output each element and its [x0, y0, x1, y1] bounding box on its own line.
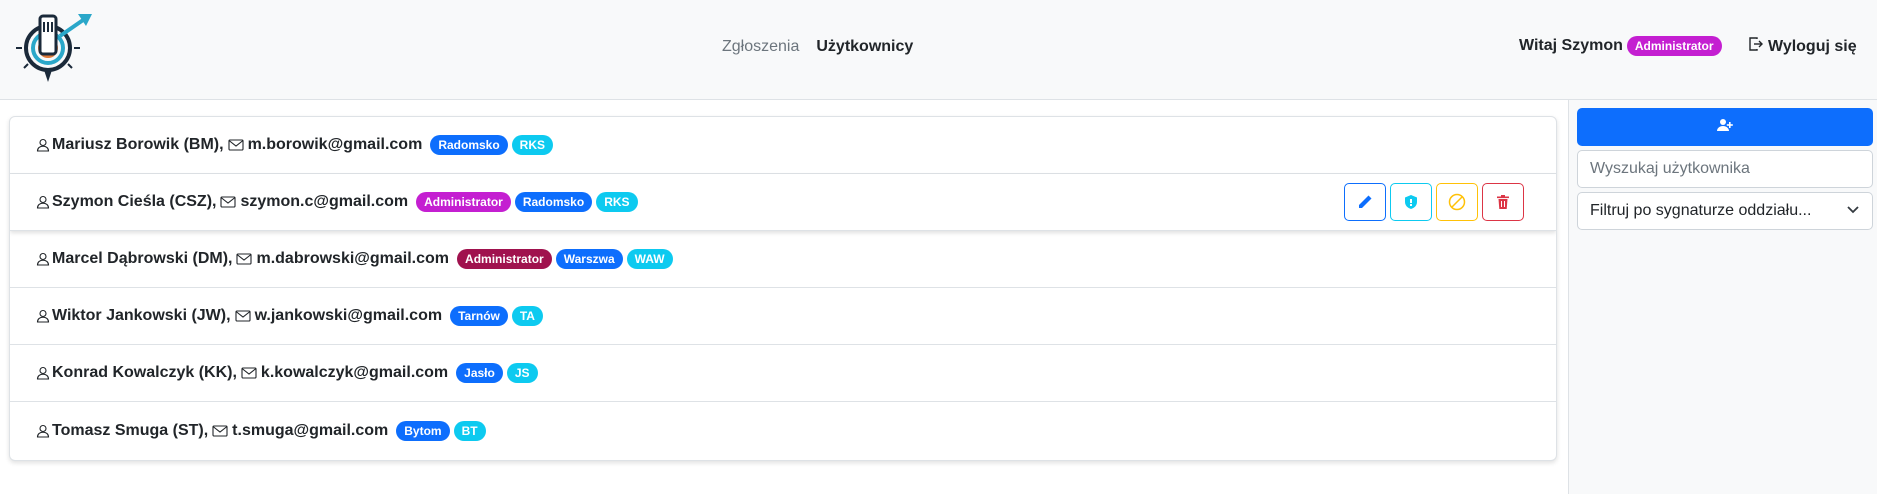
main-nav: Zgłoszenia Użytkownicy: [722, 38, 913, 56]
block-icon: [1448, 193, 1466, 211]
logout-button[interactable]: Wyloguj się: [1748, 36, 1857, 57]
role-badge: Administrator: [457, 249, 552, 269]
branch-badge: Radomsko: [430, 135, 508, 155]
user-name: Tomasz Smuga (ST),: [52, 421, 209, 439]
user-badges: Tarnów TA: [450, 306, 543, 326]
user-email: m.dabrowski@gmail.com: [256, 250, 450, 267]
user-badges: Bytom BT: [396, 420, 486, 441]
edit-user-button[interactable]: [1344, 183, 1386, 221]
nav-link-uzytkownicy[interactable]: Użytkownicy: [816, 38, 913, 56]
user-greeting: Witaj Szymon Administrator: [1519, 36, 1722, 56]
branch-badge: Jasło: [456, 363, 503, 383]
user-badges: Jasło JS: [456, 363, 538, 383]
trash-icon: [1495, 194, 1511, 210]
signature-badge: TA: [511, 306, 543, 326]
envelope-icon: [241, 366, 257, 380]
branch-badge: Tarnów: [450, 306, 508, 326]
signature-badge: BT: [453, 420, 486, 441]
user-name: Wiktor Jankowski (JW),: [52, 307, 231, 324]
signature-badge: WAW: [626, 249, 673, 269]
user-name: Mariusz Borowik (BM),: [52, 136, 224, 153]
user-name: Konrad Kowalczyk (KK),: [52, 364, 237, 381]
user-row[interactable]: Tomasz Smuga (ST), t.smuga@gmail.com Bytom…: [10, 402, 1556, 459]
row-actions: [1344, 183, 1524, 221]
user-row[interactable]: Marcel Dąbrowski (DM), m.dabrowski@gmail.…: [10, 231, 1556, 288]
user-row[interactable]: Konrad Kowalczyk (KK), k.kowalczyk@gmail.…: [10, 345, 1556, 402]
user-list: Mariusz Borowik (BM), m.borowik@gmail.com…: [9, 116, 1557, 461]
branch-filter-select[interactable]: Filtruj po sygnaturze oddziału...: [1577, 192, 1873, 230]
app-logo[interactable]: [12, 10, 96, 86]
pencil-icon: [1357, 194, 1373, 210]
person-plus-icon: [1717, 117, 1733, 138]
person-icon: [36, 195, 50, 209]
user-name: Marcel Dąbrowski (DM),: [52, 250, 233, 267]
navbar: Zgłoszenia Użytkownicy Witaj Szymon Admi…: [0, 0, 1877, 100]
user-badges: Administrator Radomsko RKS: [416, 192, 638, 212]
search-user-input[interactable]: [1577, 150, 1873, 188]
user-email: szymon.c@gmail.com: [240, 193, 409, 210]
branch-badge: Radomsko: [514, 192, 593, 212]
nav-link-zgloszenia[interactable]: Zgłoszenia: [722, 38, 799, 56]
block-user-button[interactable]: [1436, 183, 1478, 221]
user-email: m.borowik@gmail.com: [247, 136, 423, 153]
delete-user-button[interactable]: [1482, 183, 1524, 221]
user-email: t.smuga@gmail.com: [232, 421, 389, 439]
envelope-icon: [228, 138, 244, 152]
user-email: w.jankowski@gmail.com: [254, 307, 443, 324]
person-icon: [36, 424, 50, 438]
branch-badge: Bytom: [396, 420, 450, 441]
branch-badge: Warszwa: [555, 249, 623, 269]
permissions-button[interactable]: [1390, 183, 1432, 221]
person-icon: [36, 366, 50, 380]
user-badges: Administrator Warszwa WAW: [457, 249, 673, 269]
user-name: Szymon Cieśla (CSZ),: [52, 193, 217, 210]
user-badges: Radomsko RKS: [430, 135, 554, 155]
chevron-down-icon: [1846, 202, 1860, 221]
envelope-icon: [212, 424, 228, 438]
person-icon: [36, 252, 50, 266]
person-icon: [36, 309, 50, 323]
logout-icon: [1748, 36, 1764, 57]
envelope-icon: [220, 195, 237, 209]
add-user-button[interactable]: [1577, 108, 1873, 146]
person-icon: [36, 138, 50, 152]
signature-badge: RKS: [511, 135, 554, 155]
envelope-icon: [236, 252, 253, 266]
filter-label: Filtruj po sygnaturze oddziału...: [1590, 202, 1812, 219]
envelope-icon: [235, 309, 251, 323]
role-badge: Administrator: [1626, 36, 1722, 56]
shield-icon: [1403, 194, 1419, 210]
role-badge: Administrator: [416, 192, 511, 212]
user-row[interactable]: Mariusz Borowik (BM), m.borowik@gmail.com…: [10, 117, 1556, 174]
signature-badge: JS: [506, 363, 538, 383]
user-row[interactable]: Szymon Cieśla (CSZ), szymon.c@gmail.com Ad…: [10, 174, 1556, 231]
user-email: k.kowalczyk@gmail.com: [260, 364, 449, 381]
user-row[interactable]: Wiktor Jankowski (JW), w.jankowski@gmail.…: [10, 288, 1556, 345]
logout-label: Wyloguj się: [1768, 37, 1857, 55]
greeting-text: Witaj Szymon: [1519, 37, 1623, 54]
signature-badge: RKS: [596, 192, 638, 212]
